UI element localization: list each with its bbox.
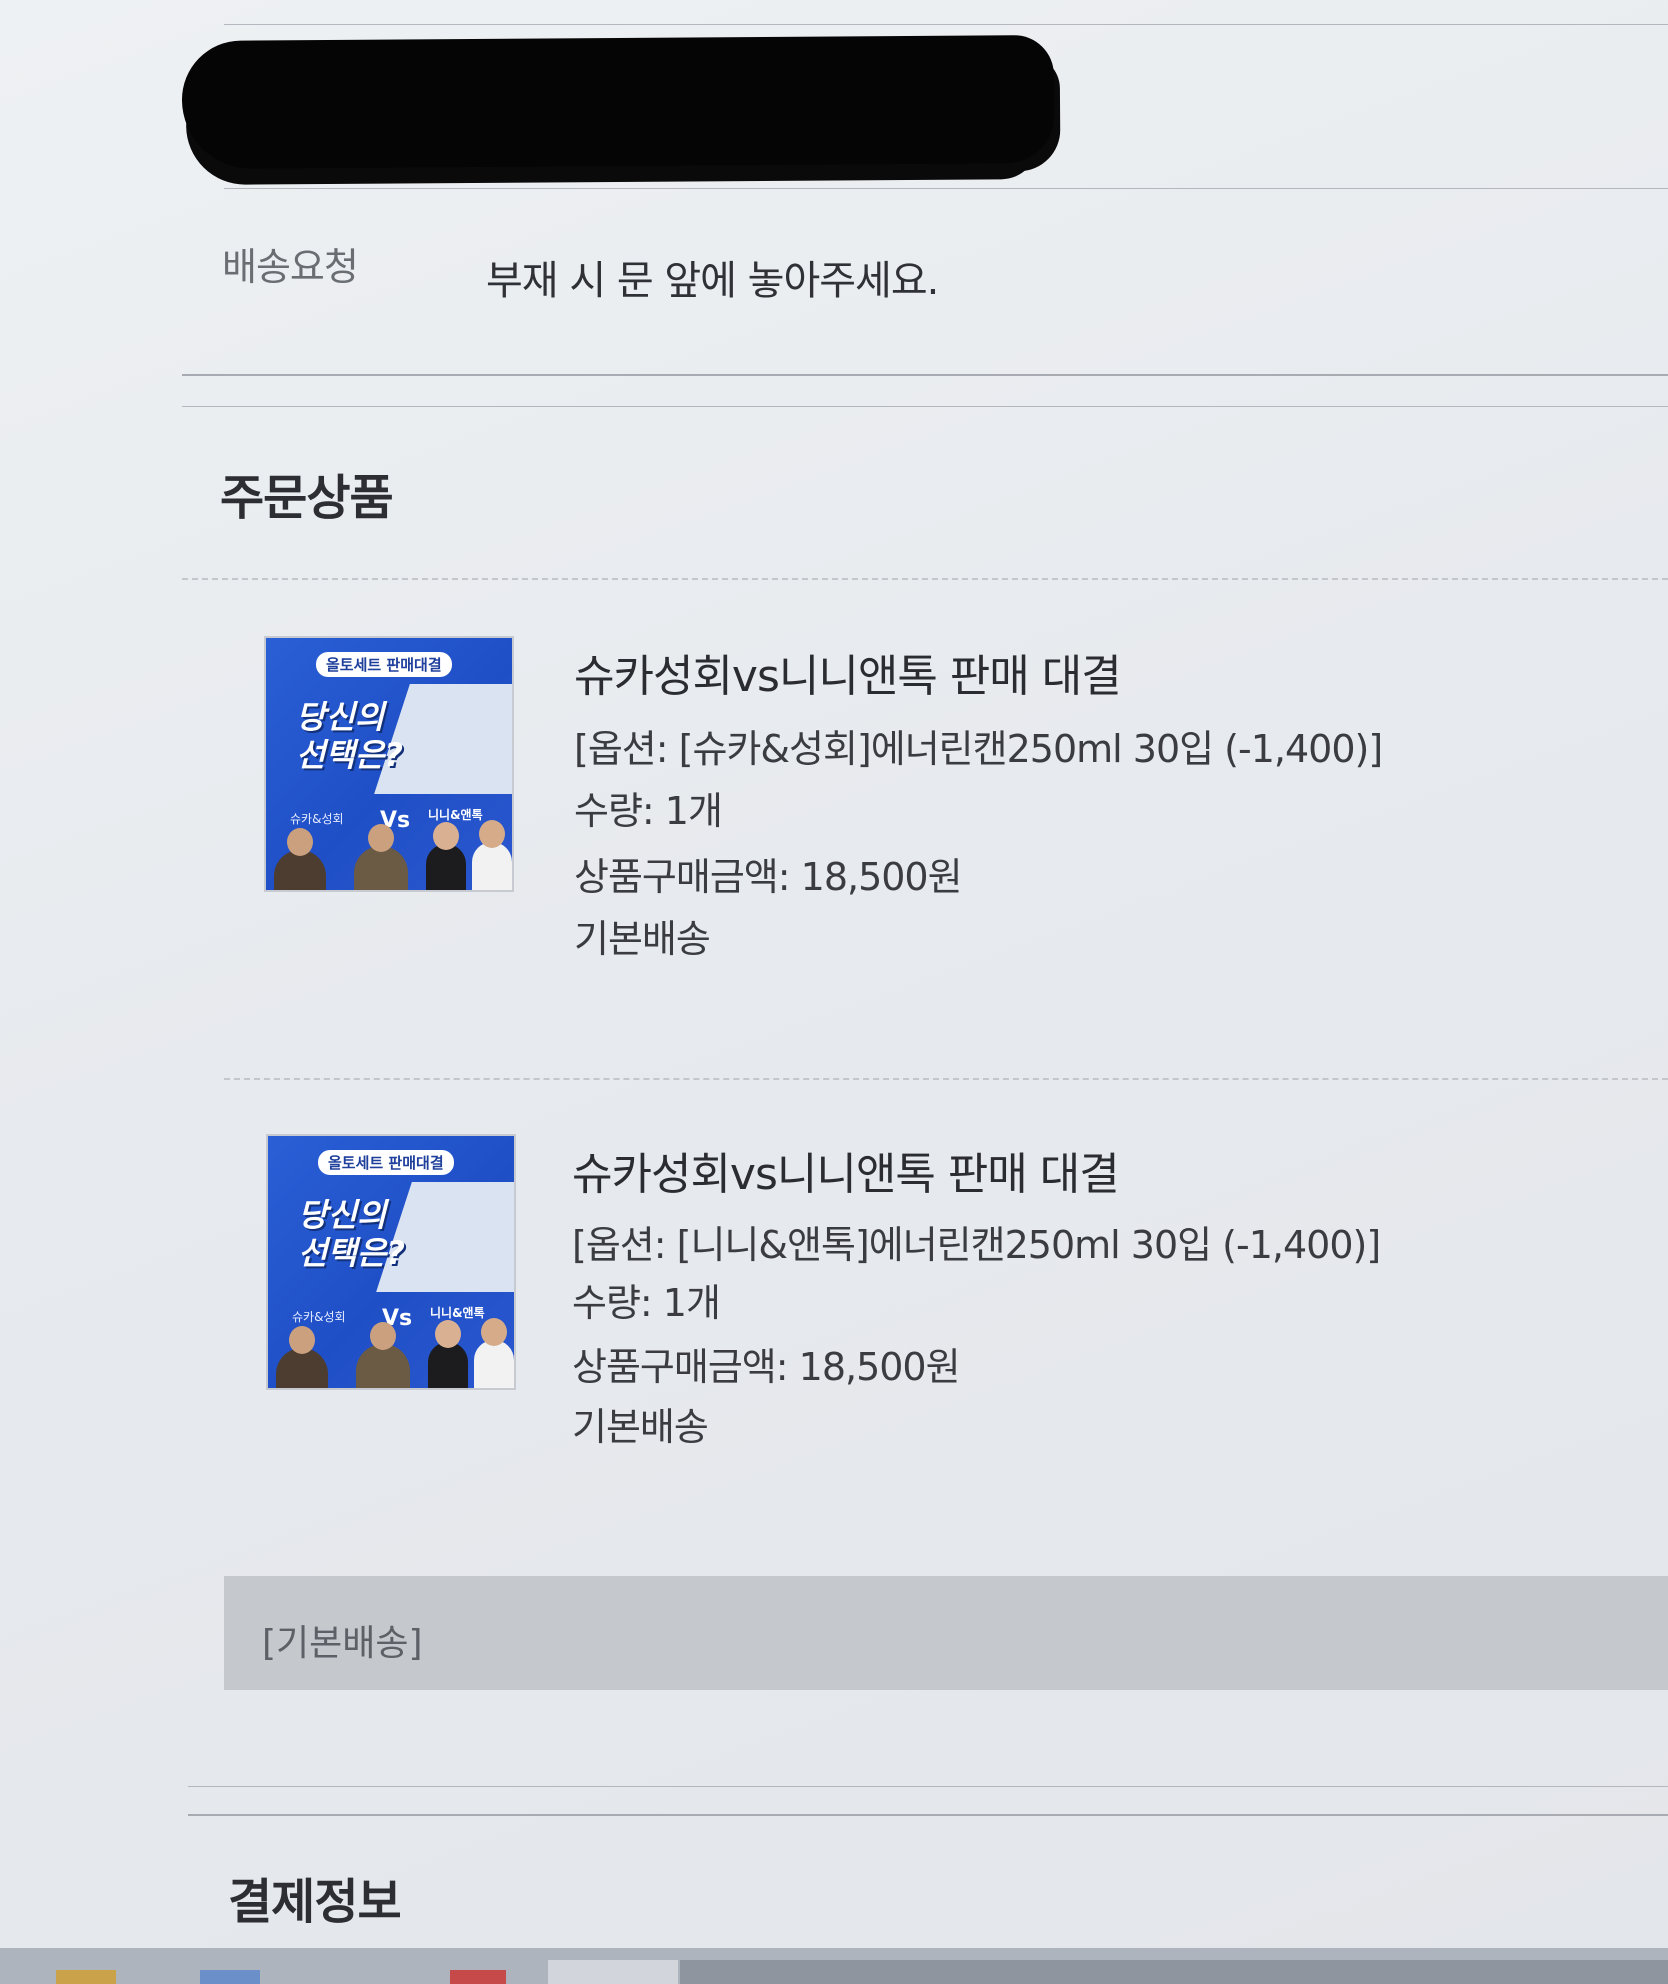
os-taskbar (0, 1948, 1668, 1984)
thumbnail-tag: 올토세트 판매대결 (316, 652, 452, 677)
product-option: [옵션: [슈카&성회]에너린캔250ml 30입 (-1,400)] (574, 727, 1383, 771)
redacted-address (181, 34, 1055, 170)
product-name-link[interactable]: 슈카성회vs니니앤톡 판매 대결 (572, 1138, 1120, 1202)
order-items-title: 주문상품 (220, 470, 394, 526)
order-items-header-divider (182, 578, 1668, 580)
payment-info-title: 결제정보 (228, 1874, 402, 1930)
app-icon[interactable] (450, 1970, 506, 1984)
delivery-request-value: 부재 시 문 앞에 놓아주세요. (486, 258, 939, 304)
thumbnail-tag: 올토세트 판매대결 (318, 1150, 454, 1175)
taskbar-item[interactable] (548, 1960, 678, 1984)
product-thumbnail[interactable]: 올토세트 판매대결 당신의 선택은? 슈카&성회 Vs 니니&앤톡 (266, 1134, 516, 1390)
payment-divider-2 (188, 1814, 1668, 1816)
thumbnail-headline: 당신의 선택은? (296, 698, 403, 774)
delivery-section-divider (182, 374, 1668, 376)
product-shipping: 기본배송 (572, 1405, 709, 1449)
thumbnail-people (268, 1318, 514, 1388)
delivery-request-label: 배송요청 (222, 245, 359, 289)
item-divider (224, 1078, 1668, 1080)
address-divider (224, 188, 1668, 189)
product-quantity: 수량: 1개 (572, 1281, 721, 1325)
order-section-top-divider (182, 406, 1668, 407)
product-price: 상품구매금액: 18,500원 (572, 1345, 961, 1389)
product-thumbnail[interactable]: 올토세트 판매대결 당신의 선택은? 슈카&성회 Vs 니니&앤톡 (264, 636, 514, 892)
shipping-group-bar (224, 1576, 1668, 1690)
product-quantity: 수량: 1개 (574, 789, 723, 833)
taskbar-tray (680, 1960, 1668, 1984)
product-price: 상품구매금액: 18,500원 (574, 855, 963, 899)
product-name-link[interactable]: 슈카성회vs니니앤톡 판매 대결 (574, 640, 1122, 704)
thumbnail-right-name: 니니&앤톡 (428, 808, 483, 822)
top-divider (224, 24, 1668, 25)
product-shipping: 기본배송 (574, 917, 711, 961)
app-icon[interactable] (200, 1970, 260, 1984)
payment-divider-1 (188, 1786, 1668, 1787)
folder-icon[interactable] (56, 1970, 116, 1984)
order-detail-page: 배송요청 부재 시 문 앞에 놓아주세요. 주문상품 올토세트 판매대결 당신의… (0, 0, 1668, 1984)
thumbnail-people (266, 820, 512, 890)
shipping-group-label: [기본배송] (262, 1623, 423, 1664)
product-option: [옵션: [니니&앤톡]에너린캔250ml 30입 (-1,400)] (572, 1223, 1381, 1267)
thumbnail-right-name: 니니&앤톡 (430, 1306, 485, 1320)
thumbnail-headline: 당신의 선택은? (298, 1196, 405, 1272)
